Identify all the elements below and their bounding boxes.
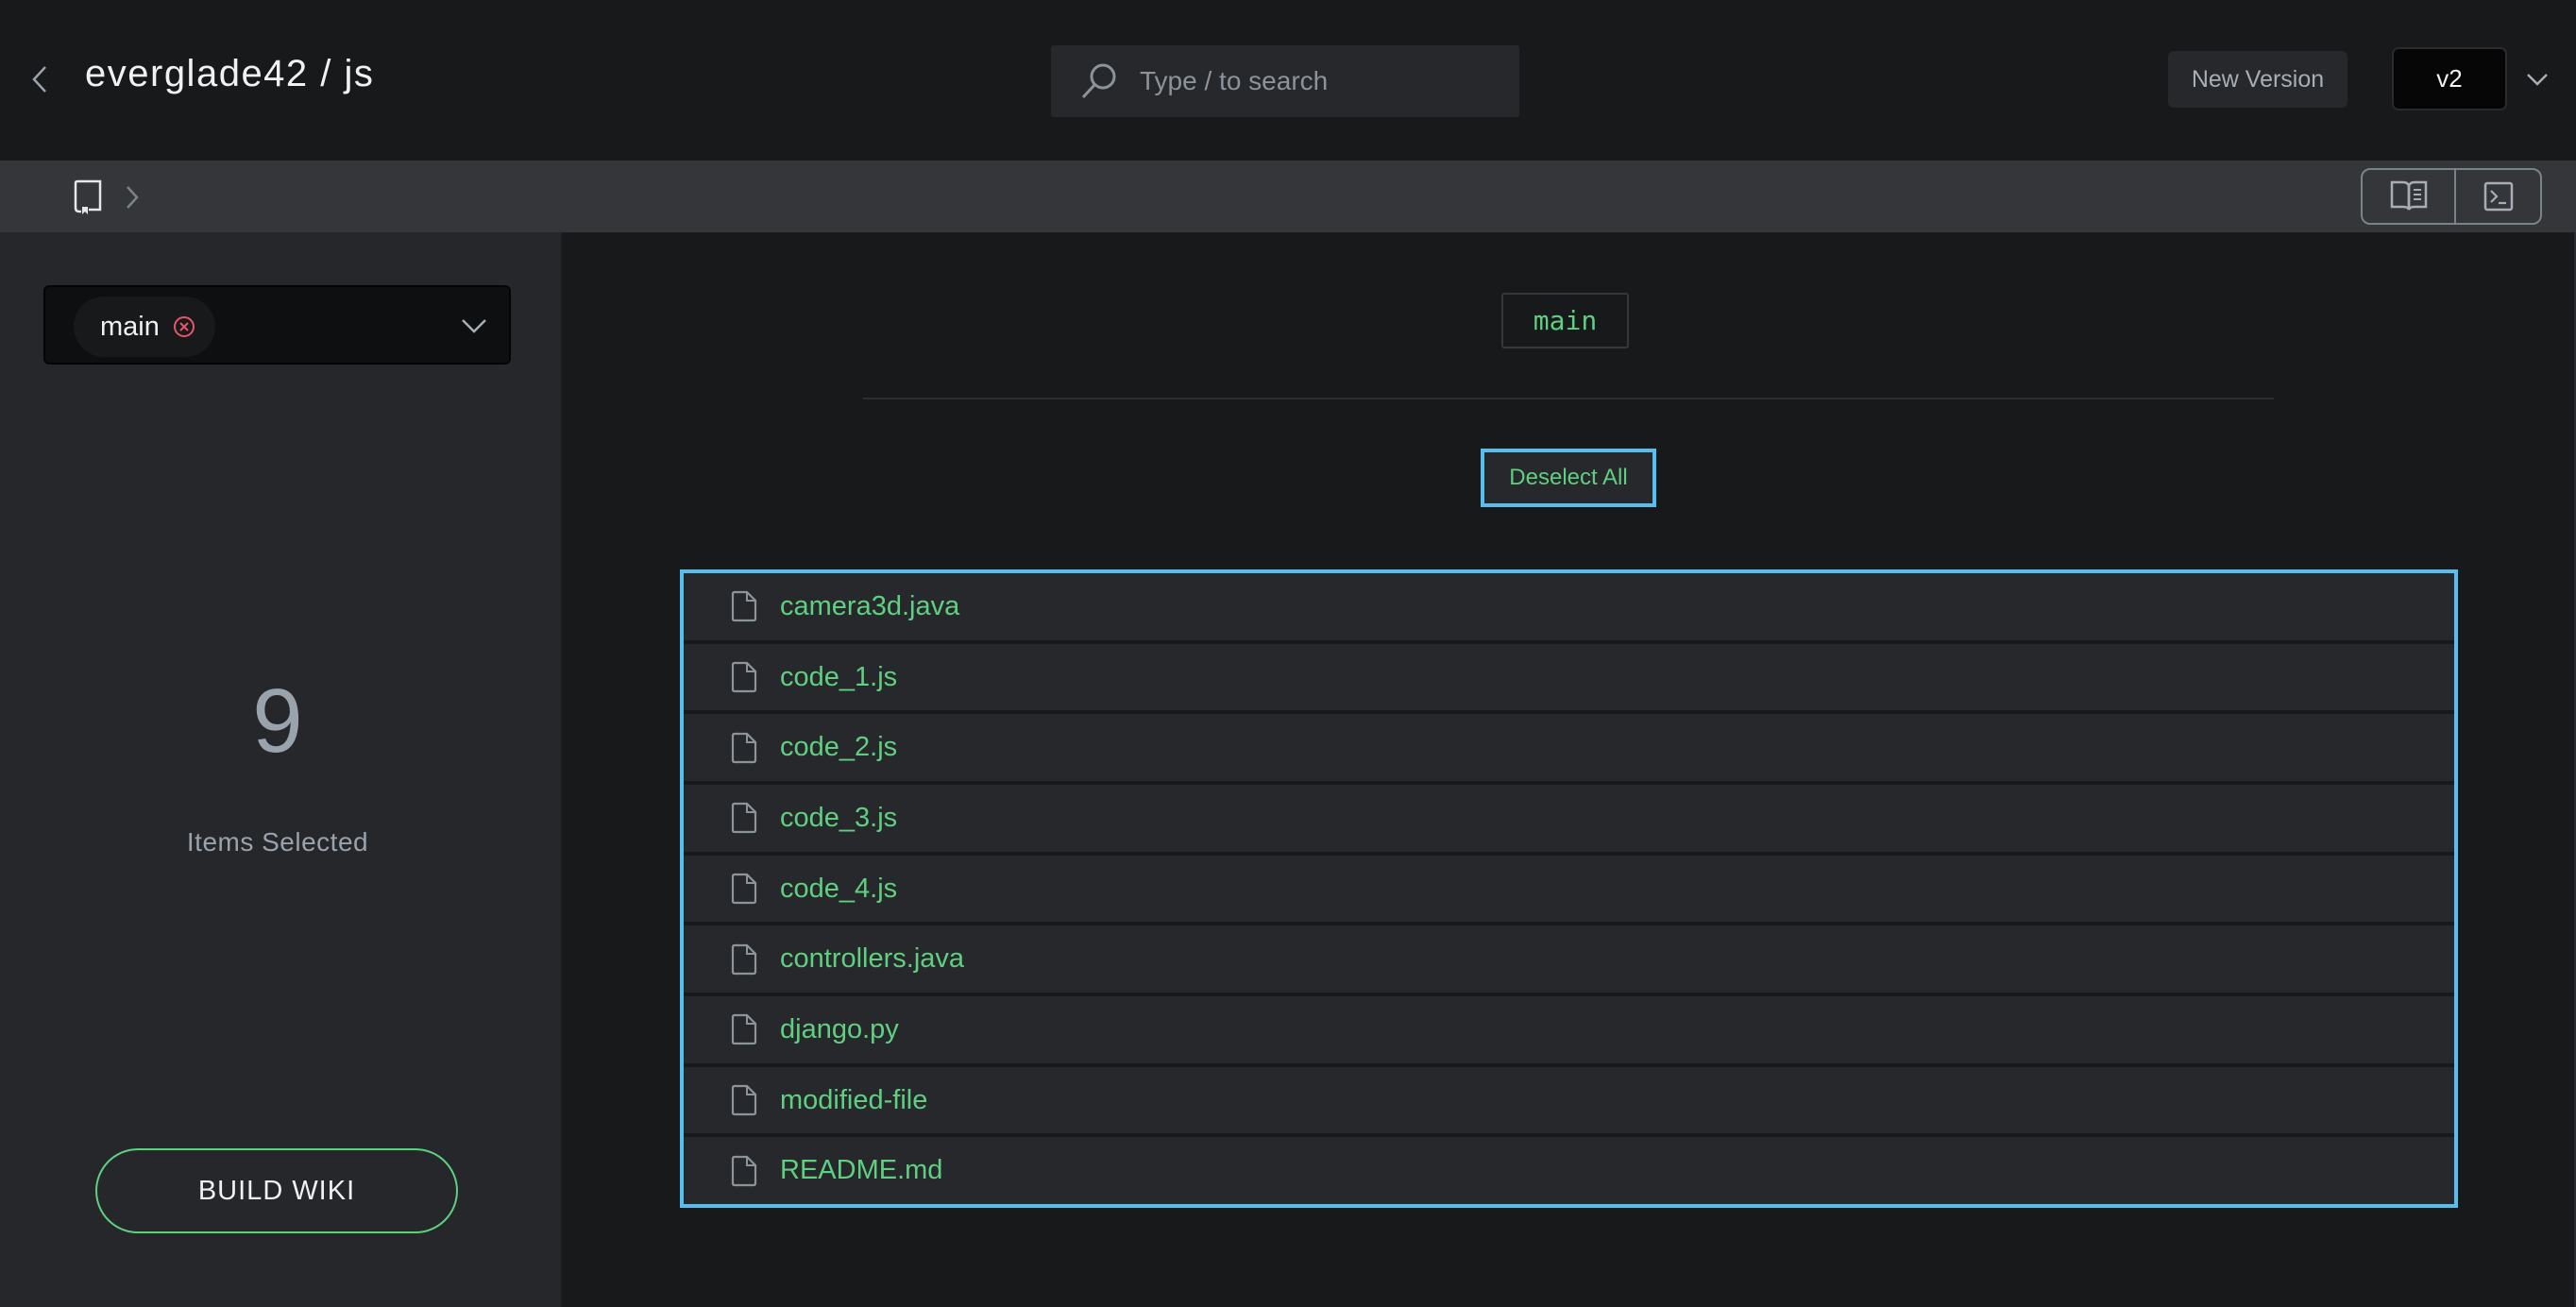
file-icon bbox=[731, 661, 757, 693]
branch-select[interactable]: main bbox=[43, 285, 511, 365]
file-list-item[interactable]: django.py bbox=[684, 996, 2454, 1063]
file-name: README.md bbox=[780, 1155, 943, 1186]
file-list-item[interactable]: code_1.js bbox=[684, 643, 2454, 711]
file-name: code_4.js bbox=[780, 873, 898, 904]
branch-chip: main bbox=[74, 297, 215, 357]
terminal-icon bbox=[2483, 181, 2513, 212]
file-list: camera3d.java code_1.js code_2.js code_3… bbox=[680, 569, 2458, 1208]
selected-count: 9 bbox=[252, 670, 303, 772]
chevron-right-icon bbox=[127, 186, 139, 209]
file-name: django.py bbox=[780, 1013, 899, 1044]
file-name: code_1.js bbox=[780, 661, 898, 692]
file-name: controllers.java bbox=[780, 943, 965, 975]
new-version-button[interactable]: New Version bbox=[2168, 51, 2347, 108]
file-list-item[interactable]: modified-file bbox=[684, 1066, 2454, 1134]
file-name: camera3d.java bbox=[780, 590, 960, 621]
version-select[interactable]: v2 bbox=[2392, 47, 2507, 110]
file-list-item[interactable]: code_2.js bbox=[684, 714, 2454, 782]
top-header: everglade42 / js New Version v2 bbox=[0, 0, 2576, 161]
file-icon bbox=[731, 943, 757, 975]
branch-tag: main bbox=[1501, 293, 1629, 348]
book-icon[interactable] bbox=[72, 179, 104, 215]
search-input[interactable] bbox=[1140, 66, 1499, 96]
file-list-item[interactable]: code_4.js bbox=[684, 855, 2454, 923]
back-button[interactable] bbox=[26, 59, 53, 100]
file-icon bbox=[731, 732, 757, 763]
repo-title: everglade42 / js bbox=[85, 53, 375, 94]
divider bbox=[863, 398, 2274, 399]
file-name: code_3.js bbox=[780, 802, 898, 833]
file-list-item[interactable]: controllers.java bbox=[684, 925, 2454, 993]
docs-view-button[interactable] bbox=[2363, 170, 2456, 223]
search-icon bbox=[1081, 63, 1116, 99]
file-icon bbox=[731, 1155, 757, 1186]
view-toggle-group bbox=[2361, 168, 2542, 225]
terminal-view-button[interactable] bbox=[2456, 170, 2540, 223]
file-list-item[interactable]: README.md bbox=[684, 1137, 2454, 1205]
file-list-item[interactable]: camera3d.java bbox=[684, 573, 2454, 640]
breadcrumb bbox=[0, 161, 2576, 232]
search-bar[interactable] bbox=[1051, 45, 1519, 117]
file-list-item[interactable]: code_3.js bbox=[684, 785, 2454, 852]
file-icon bbox=[731, 803, 757, 834]
file-name: modified-file bbox=[780, 1084, 928, 1115]
file-icon bbox=[731, 873, 757, 905]
build-wiki-button[interactable]: BUILD WIKI bbox=[95, 1148, 458, 1233]
chevron-down-icon[interactable] bbox=[2525, 68, 2550, 91]
sidebar: main 9 Items Selected BUILD WIKI bbox=[0, 232, 561, 1307]
file-icon bbox=[731, 1014, 757, 1045]
chevron-down-icon[interactable] bbox=[461, 317, 487, 334]
open-book-icon bbox=[2390, 180, 2427, 211]
sidebar-border bbox=[561, 232, 563, 1307]
selected-count-label: Items Selected bbox=[186, 827, 369, 857]
branch-chip-label: main bbox=[100, 311, 160, 342]
file-name: code_2.js bbox=[780, 732, 898, 763]
version-value: v2 bbox=[2436, 64, 2463, 93]
close-circle-icon[interactable] bbox=[173, 315, 195, 338]
file-icon bbox=[731, 1084, 757, 1116]
chevron-left-icon bbox=[32, 66, 46, 93]
file-icon bbox=[731, 591, 757, 622]
deselect-all-button[interactable]: Deselect All bbox=[1481, 449, 1656, 507]
